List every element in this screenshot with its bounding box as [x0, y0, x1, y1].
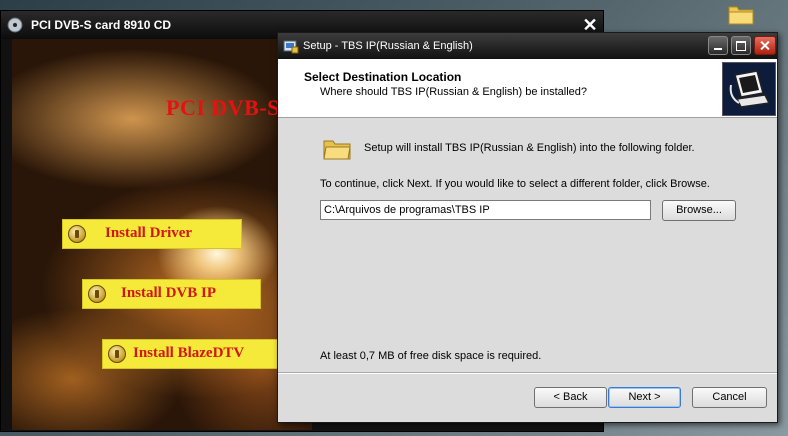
- computer-install-icon: [722, 62, 776, 116]
- page-subtitle: Where should TBS IP(Russian & English) b…: [320, 86, 587, 98]
- info-coin-icon: [68, 225, 86, 243]
- install-dvb-ip-label: Install DVB IP: [121, 285, 217, 301]
- next-button[interactable]: Next >: [608, 387, 681, 408]
- browse-button[interactable]: Browse...: [662, 200, 736, 221]
- cancel-button[interactable]: Cancel: [692, 387, 767, 408]
- maximize-icon[interactable]: [731, 36, 751, 55]
- install-description: Setup will install TBS IP(Russian & Engl…: [364, 142, 695, 154]
- close-icon[interactable]: [754, 36, 776, 55]
- setup-title: Setup - TBS IP(Russian & English): [303, 40, 473, 52]
- disc-icon: [7, 17, 23, 33]
- setup-window: Setup - TBS IP(Russian & English) Select…: [277, 32, 778, 423]
- divider: [278, 372, 777, 374]
- disk-space-note: At least 0,7 MB of free disk space is re…: [320, 350, 542, 362]
- install-blazedtv-button[interactable]: Install BlazeDTV: [102, 339, 278, 369]
- installer-icon: [283, 40, 299, 54]
- info-coin-icon: [88, 285, 106, 303]
- minimize-icon[interactable]: [708, 36, 728, 55]
- install-driver-label: Install Driver: [105, 225, 193, 241]
- wizard-header: Select Destination Location Where should…: [278, 59, 777, 118]
- folder-icon: [323, 140, 351, 160]
- destination-path-input[interactable]: [320, 200, 651, 220]
- folder-icon[interactable]: [728, 2, 754, 26]
- install-driver-button[interactable]: Install Driver: [62, 219, 242, 249]
- setup-titlebar: Setup - TBS IP(Russian & English): [278, 33, 777, 59]
- install-blazedtv-label: Install BlazeDTV: [133, 345, 245, 361]
- info-coin-icon: [108, 345, 126, 363]
- continue-instructions: To continue, click Next. If you would li…: [320, 178, 710, 190]
- page-title: Select Destination Location: [304, 70, 462, 84]
- install-dvb-ip-button[interactable]: Install DVB IP: [82, 279, 261, 309]
- back-button[interactable]: < Back: [534, 387, 607, 408]
- launcher-title: PCI DVB-S card 8910 CD: [31, 18, 172, 32]
- brand-title: PCI DVB-S: [166, 95, 280, 120]
